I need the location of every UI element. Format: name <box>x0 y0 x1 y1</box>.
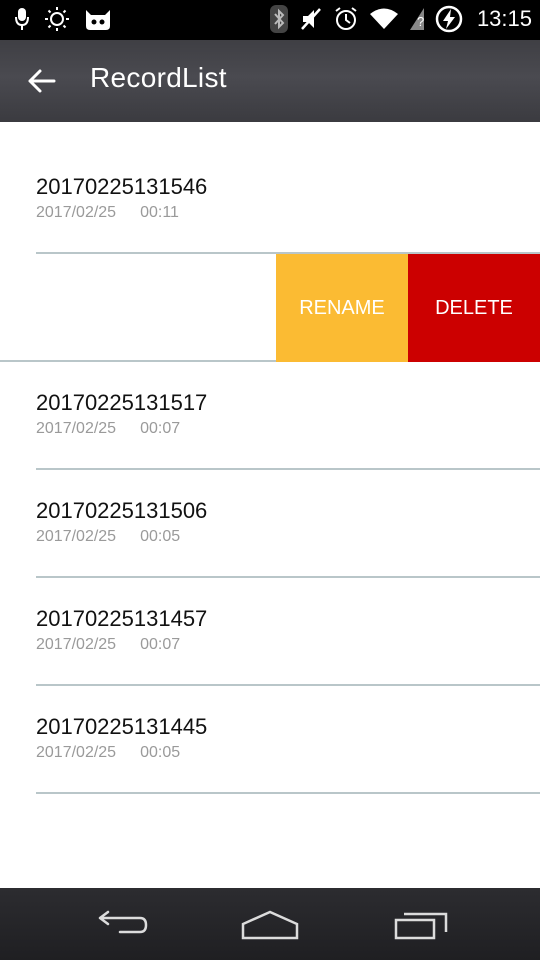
muted-icon <box>299 6 323 32</box>
record-name: 20170225131457 <box>36 606 208 631</box>
list-item[interactable]: 20170225131457 2017/02/25 00:07 <box>0 578 540 686</box>
app-bar: RecordList <box>0 40 540 122</box>
record-date: 2017/02/25 <box>36 744 117 761</box>
mic-icon <box>14 6 30 32</box>
battery-charging-icon <box>435 5 463 33</box>
status-bar: ? 13:15 <box>0 0 540 40</box>
record-name: 20170225131517 <box>36 390 208 415</box>
status-time: 13:15 <box>476 6 532 31</box>
wifi-icon <box>369 7 399 31</box>
alarm-icon <box>333 6 359 32</box>
list-item[interactable]: 20170225131506 2017/02/25 00:05 <box>0 470 540 578</box>
record-meta: 2017/02/25 00:05 <box>36 744 180 762</box>
swiped-list-item[interactable]: RENAME DELETE <box>0 254 540 362</box>
record-name: 20170225131546 <box>36 174 208 199</box>
list-item[interactable]: 20170225131546 2017/02/25 00:11 <box>0 146 540 254</box>
record-duration: 00:11 <box>140 204 179 221</box>
record-duration: 00:07 <box>140 636 181 653</box>
list-item[interactable]: 20170225131517 2017/02/25 00:07 <box>0 362 540 470</box>
recents-icon[interactable] <box>386 902 456 946</box>
back-icon[interactable] <box>86 902 156 946</box>
brightness-icon <box>44 6 70 32</box>
record-duration: 00:05 <box>140 744 181 761</box>
delete-button[interactable]: DELETE <box>408 254 540 362</box>
record-duration: 00:05 <box>140 528 181 545</box>
record-date: 2017/02/25 <box>36 636 117 653</box>
cyanogen-icon <box>84 6 112 32</box>
rename-button[interactable]: RENAME <box>276 254 408 362</box>
bluetooth-icon <box>269 4 289 34</box>
home-icon[interactable] <box>235 902 305 946</box>
record-meta: 2017/02/25 00:11 <box>36 204 179 222</box>
record-date: 2017/02/25 <box>36 528 117 545</box>
back-arrow-icon[interactable] <box>22 62 62 102</box>
list-item[interactable]: 20170225131445 2017/02/25 00:05 <box>0 686 540 794</box>
record-name: 20170225131506 <box>36 498 208 523</box>
status-bar-left <box>14 6 112 32</box>
signal-icon: ? <box>409 6 425 32</box>
record-meta: 2017/02/25 00:05 <box>36 528 180 546</box>
divider <box>36 792 540 794</box>
record-meta: 2017/02/25 00:07 <box>36 636 180 654</box>
record-meta: 2017/02/25 00:07 <box>36 420 180 438</box>
record-date: 2017/02/25 <box>36 420 117 437</box>
record-duration: 00:07 <box>140 420 181 437</box>
navigation-bar <box>0 888 540 960</box>
page-title: RecordList <box>90 62 227 93</box>
svg-text:?: ? <box>417 14 424 29</box>
record-name: 20170225131445 <box>36 714 208 739</box>
status-bar-right: ? 13:15 <box>269 4 532 34</box>
record-date: 2017/02/25 <box>36 204 117 221</box>
